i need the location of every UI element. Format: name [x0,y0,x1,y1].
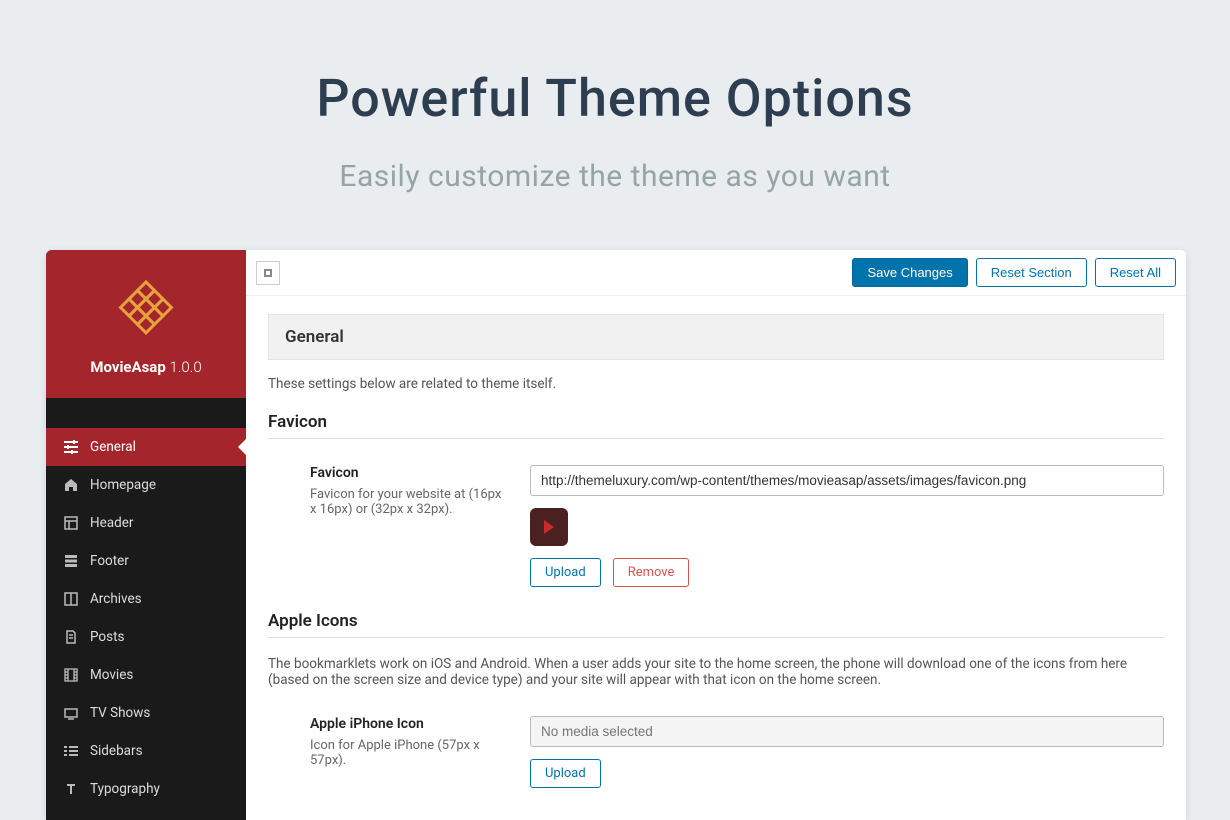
sidebar-item-label: TV Shows [90,705,150,721]
rows-icon [60,554,82,568]
favicon-heading: Favicon [268,412,1164,439]
expand-all-button[interactable] [256,261,280,285]
sidebar-item-tvshows[interactable]: TV Shows [46,694,246,732]
logo-icon [116,278,176,338]
sidebar-item-header[interactable]: Header [46,504,246,542]
brand-header: MovieAsap 1.0.0 [46,250,246,398]
favicon-input[interactable] [530,465,1164,496]
apple-iphone-input[interactable] [530,716,1164,747]
section-title: General [268,314,1164,360]
sidebar-item-homepage[interactable]: Homepage [46,466,246,504]
sidebar-item-label: Sidebars [90,743,143,759]
apple-iphone-upload-button[interactable]: Upload [530,759,601,788]
favicon-preview [530,508,568,546]
hero-subtitle: Easily customize the theme as you want [0,159,1230,194]
type-icon [60,782,82,796]
sidebar-item-label: Archives [90,591,142,607]
favicon-desc: Favicon for your website at (16px x 16px… [310,487,510,517]
sidebar-item-label: Posts [90,629,124,645]
hero-banner: Powerful Theme Options Easily customize … [0,0,1230,194]
favicon-upload-button[interactable]: Upload [530,558,601,587]
sidebar-item-sidebars[interactable]: Sidebars [46,732,246,770]
tv-icon [60,706,82,720]
sidebar-item-label: Header [90,515,133,531]
topbar: Save Changes Reset Section Reset All [246,250,1186,296]
section-description: These settings below are related to them… [268,376,1164,392]
sidebar-item-footer[interactable]: Footer [46,542,246,580]
save-changes-button[interactable]: Save Changes [852,258,967,287]
sidebar-item-posts[interactable]: Posts [46,618,246,656]
brand-name: MovieAsap 1.0.0 [56,358,236,376]
play-icon [544,520,554,534]
layout-icon [60,516,82,530]
options-panel: MovieAsap 1.0.0 General Homepage Header … [46,250,1186,820]
sidebar-item-label: General [90,439,136,455]
apple-iphone-label: Apple iPhone Icon [310,716,510,732]
sidebar-item-label: Movies [90,667,133,683]
sidebar-item-label: Footer [90,553,129,569]
home-icon [60,478,82,492]
sidebar-item-label: Homepage [90,477,156,493]
reset-section-button[interactable]: Reset Section [976,258,1087,287]
sidebar-item-label: Typography [90,781,160,797]
file-icon [60,630,82,644]
columns-icon [60,592,82,606]
reset-all-button[interactable]: Reset All [1095,258,1176,287]
film-icon [60,668,82,682]
sliders-icon [60,440,82,454]
main-content: Save Changes Reset Section Reset All Gen… [246,250,1186,820]
sidebar-item-general[interactable]: General [46,428,246,466]
sidebar-item-typography[interactable]: Typography [46,770,246,808]
hero-title: Powerful Theme Options [0,68,1230,129]
sidebar-item-archives[interactable]: Archives [46,580,246,618]
sidebar-item-movies[interactable]: Movies [46,656,246,694]
apple-icons-description: The bookmarklets work on iOS and Android… [268,656,1164,688]
favicon-label: Favicon [310,465,510,481]
favicon-remove-button[interactable]: Remove [613,558,690,587]
apple-iphone-desc: Icon for Apple iPhone (57px x 57px). [310,738,510,768]
sidebar: MovieAsap 1.0.0 General Homepage Header … [46,250,246,820]
sidebar-icon [60,744,82,758]
apple-icons-heading: Apple Icons [268,611,1164,638]
